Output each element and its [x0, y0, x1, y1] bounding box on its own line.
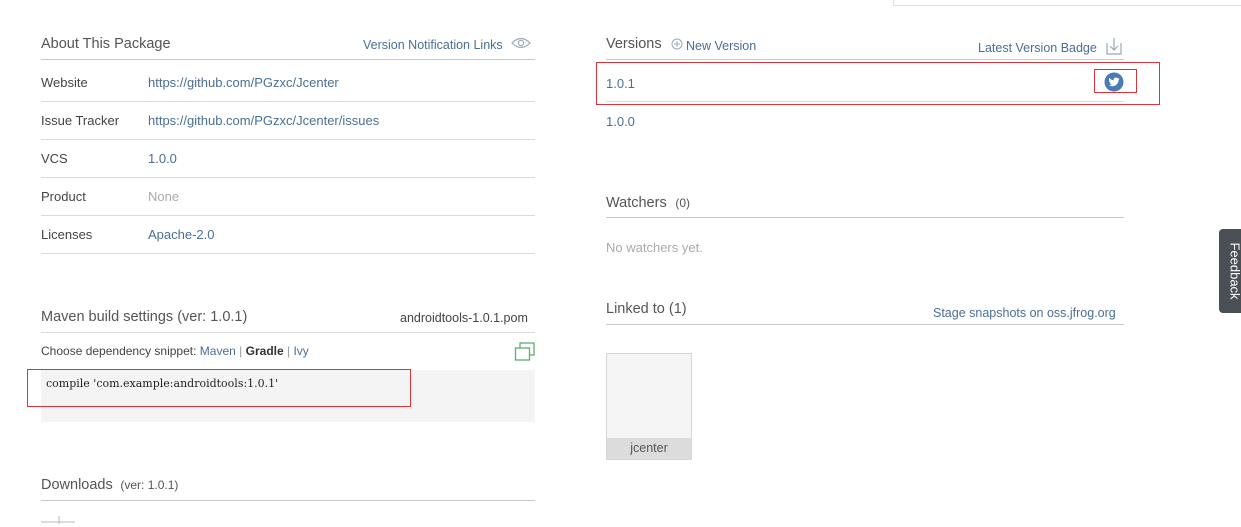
feedback-label: Feedback: [1228, 242, 1241, 299]
website-link[interactable]: https://github.com/PGzxc/Jcenter: [148, 75, 339, 90]
top-right-border: [893, 0, 1241, 6]
issue-tracker-link[interactable]: https://github.com/PGzxc/Jcenter/issues: [148, 113, 379, 128]
version-notification-links[interactable]: Version Notification Links: [363, 37, 531, 52]
download-icon: [1104, 37, 1124, 58]
new-version-label: New Version: [686, 39, 756, 53]
row-divider: [41, 101, 535, 102]
licenses-link[interactable]: Apache-2.0: [148, 227, 215, 242]
product-value: None: [148, 189, 179, 204]
linked-title: Linked to (1): [606, 301, 687, 317]
latest-badge-label: Latest Version Badge: [978, 41, 1097, 55]
downloads-title: Downloads: [41, 477, 113, 493]
version-highlight-box: [596, 62, 1160, 105]
copy-icon[interactable]: [514, 342, 536, 365]
about-title: About This Package: [41, 36, 171, 52]
snippet-highlight-box: [27, 369, 411, 407]
eye-icon: [511, 37, 531, 52]
twitter-highlight-box: [1094, 69, 1137, 93]
repo-card-jcenter[interactable]: jcenter: [606, 353, 692, 460]
maven-title: Maven build settings (ver: 1.0.1): [41, 309, 247, 325]
vcs-label: VCS: [41, 151, 68, 166]
plus-circle-icon: [671, 38, 683, 53]
choose-snippet-label: Choose dependency snippet:: [41, 344, 196, 358]
new-version-button[interactable]: New Version: [671, 38, 756, 53]
watchers-title: Watchers: [606, 195, 667, 211]
no-watchers-text: No watchers yet.: [606, 240, 703, 255]
option-separator: |: [239, 344, 242, 358]
repo-card-label: jcenter: [607, 438, 691, 459]
row-divider: [41, 253, 535, 254]
row-divider: [41, 139, 535, 140]
downloads-divider: [41, 500, 535, 501]
vcs-link[interactable]: 1.0.0: [148, 151, 177, 166]
feedback-tab[interactable]: Feedback: [1219, 229, 1241, 313]
product-label: Product: [41, 189, 86, 204]
pom-file-link[interactable]: androidtools-1.0.1.pom: [400, 311, 528, 325]
downloads-version: (ver: 1.0.1): [120, 478, 178, 492]
issue-tracker-label: Issue Tracker: [41, 113, 119, 128]
maven-option[interactable]: Maven: [200, 344, 236, 358]
licenses-label: Licenses: [41, 227, 92, 242]
row-divider: [41, 177, 535, 178]
watchers-count: (0): [675, 196, 690, 210]
watchers-heading: Watchers (0): [606, 195, 690, 211]
version-notification-label: Version Notification Links: [363, 38, 503, 52]
downloads-heading: Downloads (ver: 1.0.1): [41, 477, 178, 493]
watchers-divider: [606, 217, 1124, 218]
linked-divider: [606, 324, 1124, 325]
dependency-snippet-chooser: Choose dependency snippet: Maven | Gradl…: [41, 344, 309, 358]
version-item[interactable]: 1.0.0: [606, 114, 635, 129]
versions-title: Versions: [606, 36, 662, 52]
website-label: Website: [41, 75, 88, 90]
stage-snapshots-link[interactable]: Stage snapshots on oss.jfrog.org: [933, 306, 1116, 320]
ivy-option[interactable]: Ivy: [293, 344, 308, 358]
versions-title-divider: [606, 59, 1124, 60]
latest-version-badge-link[interactable]: Latest Version Badge: [978, 37, 1124, 58]
gradle-option[interactable]: Gradle: [246, 344, 284, 358]
about-title-divider: [41, 59, 535, 60]
maven-title-divider: [41, 332, 535, 333]
option-separator: |: [287, 344, 290, 358]
row-divider: [41, 215, 535, 216]
